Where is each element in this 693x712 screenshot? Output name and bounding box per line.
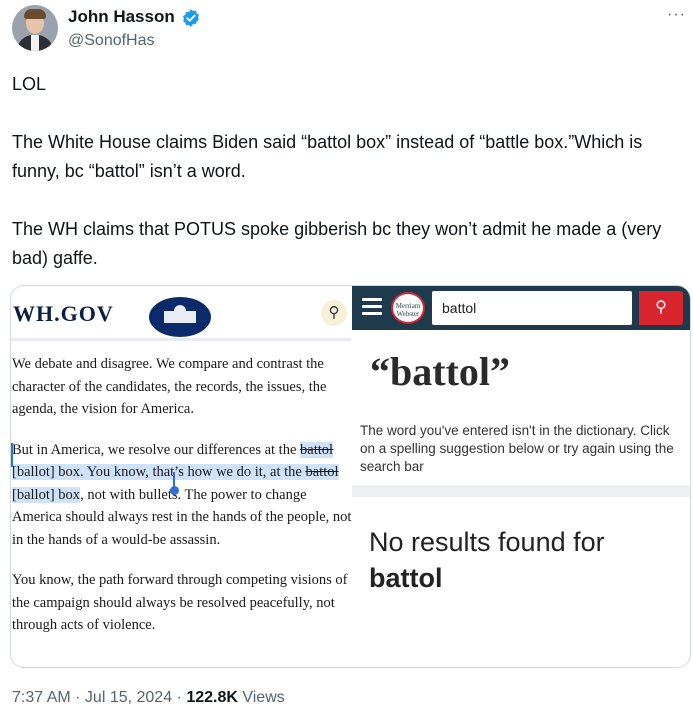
avatar-hair: [24, 9, 46, 19]
divider: [352, 485, 690, 497]
mw-no-results: No results found for battol: [369, 527, 605, 593]
strikethrough-word: battol: [300, 441, 334, 458]
mw-headword: “battol”: [370, 349, 510, 394]
tweet-date[interactable]: Jul 15, 2024: [85, 689, 172, 706]
tweet-line-1: LOL: [12, 74, 47, 94]
wh-search-icon: ⚲: [321, 300, 347, 326]
mw-header: Merriam Webster battol ⚲: [352, 286, 690, 330]
wh-screenshot: WH.GOV ⚲ We debate and disagree. We comp…: [11, 286, 351, 667]
view-count: 122.8K: [186, 689, 238, 706]
tweet-meta: 7:37 AM · Jul 15, 2024 · 122.8K Views: [12, 689, 285, 706]
mw-not-found-message: The word you've entered isn't in the dic…: [360, 423, 674, 474]
wh-paragraph-1: We debate and disagree. We compare and c…: [12, 356, 327, 417]
author-name[interactable]: John Hasson: [68, 7, 175, 27]
tweet-text: LOL The White House claims Biden said “b…: [12, 70, 672, 273]
hamburger-menu-icon: [362, 298, 382, 316]
verified-badge-icon: [183, 9, 199, 27]
tweet-paragraph-3: The WH claims that POTUS spoke gibberish…: [12, 219, 662, 268]
avatar[interactable]: [12, 5, 58, 51]
mw-screenshot: Merriam Webster battol ⚲ “battol” The wo…: [352, 286, 690, 667]
mw-search-input: battol: [432, 291, 632, 325]
wh-paragraph-2: But in America, we resolve our differenc…: [12, 441, 352, 548]
strikethrough-word: battol: [305, 464, 339, 480]
merriam-webster-logo: Merriam Webster: [391, 292, 425, 324]
avatar-shirt: [31, 35, 39, 51]
author-handle[interactable]: @SonofHas: [68, 32, 155, 50]
views-label: Views: [237, 689, 285, 706]
text-cursor: [11, 443, 13, 467]
more-options-icon[interactable]: ···: [667, 6, 686, 24]
white-house-seal-icon: [149, 297, 211, 337]
tweet-paragraph-2: The White House claims Biden said “batto…: [12, 132, 643, 181]
tweet-media[interactable]: WH.GOV ⚲ We debate and disagree. We comp…: [10, 285, 691, 668]
wh-transcript: We debate and disagree. We compare and c…: [12, 353, 352, 637]
wh-paragraph-3: You know, the path forward through compe…: [12, 572, 348, 633]
divider: [11, 338, 351, 341]
selection-handle-icon: [170, 486, 179, 495]
mw-no-results-term: battol: [369, 563, 443, 593]
mw-search-icon: ⚲: [639, 291, 683, 325]
wh-logo: WH.GOV: [13, 301, 114, 326]
tweet-time[interactable]: 7:37 AM: [12, 689, 71, 706]
